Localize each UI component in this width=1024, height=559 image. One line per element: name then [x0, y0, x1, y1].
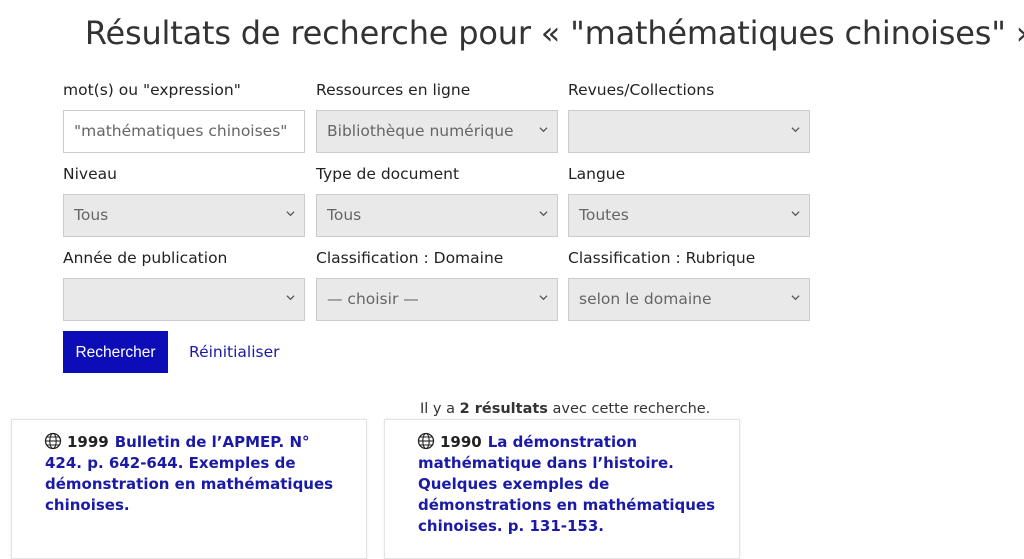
journals-label: Revues/Collections: [568, 81, 715, 99]
online-resources-select[interactable]: Bibliothèque numérique: [316, 110, 558, 153]
rubric-select[interactable]: selon le domaine: [568, 278, 810, 321]
rubric-label: Classification : Rubrique: [568, 249, 756, 267]
chevron-down-icon: [791, 211, 800, 217]
domain-label: Classification : Domaine: [316, 249, 504, 267]
online-resources-label: Ressources en ligne: [316, 81, 471, 99]
result-text: 1990 La démonstration mathématique dans l…: [418, 432, 718, 537]
result-text: 1999 Bulletin de l’APMEP. N° 424. p. 642-…: [45, 432, 345, 516]
result-year: 1999: [67, 433, 109, 451]
chevron-down-icon: [791, 295, 800, 301]
level-label: Niveau: [63, 165, 117, 183]
year-label: Année de publication: [63, 249, 228, 267]
year-select[interactable]: [63, 278, 305, 321]
chevron-down-icon: [286, 295, 295, 301]
rubric-select-value: selon le domaine: [579, 290, 712, 308]
doc-type-label: Type de document: [316, 165, 460, 183]
keywords-label: mot(s) ou "expression": [63, 81, 241, 99]
results-count: Il y a 2 résultats avec cette recherche.: [420, 401, 710, 417]
results-count-prefix: Il y a: [420, 401, 460, 417]
domain-select-value: — choisir —: [327, 290, 419, 308]
chevron-down-icon: [286, 211, 295, 217]
results-count-value: 2 résultats: [459, 401, 548, 417]
reset-link[interactable]: Réinitialiser: [189, 343, 280, 361]
level-select[interactable]: Tous: [63, 194, 305, 237]
level-select-value: Tous: [74, 206, 109, 224]
search-button[interactable]: Rechercher: [63, 331, 168, 373]
domain-select[interactable]: — choisir —: [316, 278, 558, 321]
doc-type-select[interactable]: Tous: [316, 194, 558, 237]
chevron-down-icon: [539, 295, 548, 301]
online-resources-select-value: Bibliothèque numérique: [327, 122, 514, 140]
result-year: 1990: [440, 433, 482, 451]
journals-select[interactable]: [568, 110, 810, 153]
keywords-input[interactable]: "mathématiques chinoises": [63, 110, 305, 153]
page-title: Résultats de recherche pour « "mathémati…: [84, 14, 1024, 52]
result-card: 1999 Bulletin de l’APMEP. N° 424. p. 642-…: [11, 419, 367, 559]
results-count-suffix: avec cette recherche.: [547, 401, 711, 417]
language-select-value: Toutes: [579, 206, 629, 224]
keywords-input-value: "mathématiques chinoises": [74, 122, 288, 140]
doc-type-select-value: Tous: [327, 206, 362, 224]
chevron-down-icon: [539, 211, 548, 217]
chevron-down-icon: [539, 127, 548, 133]
chevron-down-icon: [791, 127, 800, 133]
result-card: 1990 La démonstration mathématique dans l…: [384, 419, 740, 559]
language-label: Langue: [568, 165, 626, 183]
language-select[interactable]: Toutes: [568, 194, 810, 237]
